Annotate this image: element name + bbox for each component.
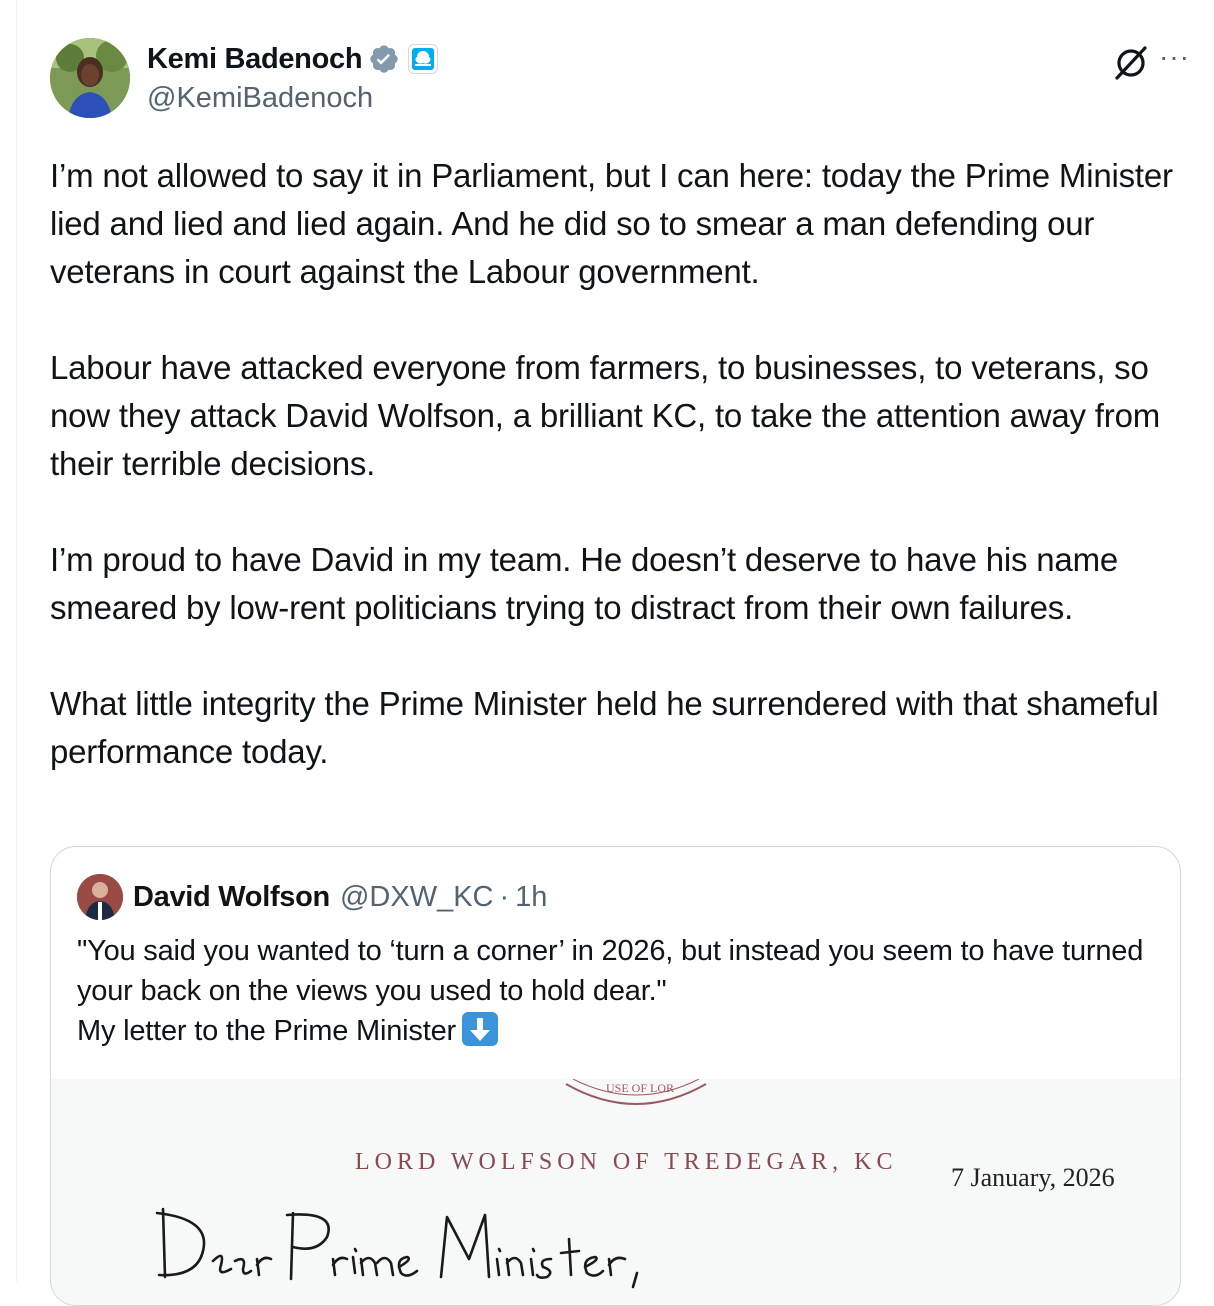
quoted-avatar[interactable] xyxy=(77,874,123,920)
name-row: Kemi Badenoch xyxy=(147,40,439,78)
display-name[interactable]: Kemi Badenoch xyxy=(147,43,363,76)
quoted-tweet[interactable]: David Wolfson @DXW_KC · 1h "You said you… xyxy=(50,846,1181,1306)
handwritten-salutation xyxy=(155,1207,639,1289)
quoted-tweet-header: David Wolfson @DXW_KC · 1h xyxy=(77,873,547,921)
tweet-paragraph: I’m proud to have David in my team. He d… xyxy=(50,541,1119,626)
letter-date: 7 January, 2026 xyxy=(951,1163,1115,1192)
letterhead: LORD WOLFSON OF TREDEGAR, KC xyxy=(355,1149,898,1175)
tweet-paragraph: I’m not allowed to say it in Parliament,… xyxy=(50,157,1173,290)
down-arrow-emoji-icon xyxy=(461,1012,498,1046)
separator-dot: · xyxy=(499,880,510,913)
house-of-lords-seal-icon: USE OF LOR xyxy=(565,1079,707,1105)
conservative-party-tree-icon[interactable] xyxy=(408,44,439,74)
tweet-paragraph: What little integrity the Prime Minister… xyxy=(50,685,1159,770)
quoted-display-name[interactable]: David Wolfson xyxy=(133,881,330,914)
quoted-text-line-content: My letter to the Prime Minister xyxy=(77,1015,456,1047)
tweet-text: I’m not allowed to say it in Parliament,… xyxy=(50,152,1190,776)
quoted-handle[interactable]: @DXW_KC xyxy=(340,881,494,914)
verified-badge-icon[interactable] xyxy=(368,43,400,75)
quoted-timestamp[interactable]: 1h xyxy=(515,881,547,914)
author-handle[interactable]: @KemiBadenoch xyxy=(147,82,438,115)
author-info: Kemi Badenoch @KemiBadenoch xyxy=(147,40,439,115)
timeline-border xyxy=(16,0,17,1282)
avatar[interactable] xyxy=(50,38,130,118)
more-options-icon[interactable]: ··· xyxy=(1159,42,1190,72)
tweet-header: Kemi Badenoch @KemiBadenoch ··· xyxy=(50,38,1190,118)
quoted-text: "You said you wanted to ‘turn a corner’ … xyxy=(77,931,1157,1051)
tweet: Kemi Badenoch @KemiBadenoch ··· I’m not … xyxy=(50,38,1190,776)
tweet-paragraph: Labour have attacked everyone from farme… xyxy=(50,349,1161,482)
grok-icon[interactable] xyxy=(1112,44,1150,82)
letter-image[interactable]: USE OF LOR LORD WOLFSON OF TREDEGAR, KC … xyxy=(51,1079,1180,1305)
seal-text: USE OF LOR xyxy=(606,1081,674,1095)
quoted-text-line: My letter to the Prime Minister xyxy=(77,1011,1157,1051)
quoted-text-line: "You said you wanted to ‘turn a corner’ … xyxy=(77,935,1144,1007)
